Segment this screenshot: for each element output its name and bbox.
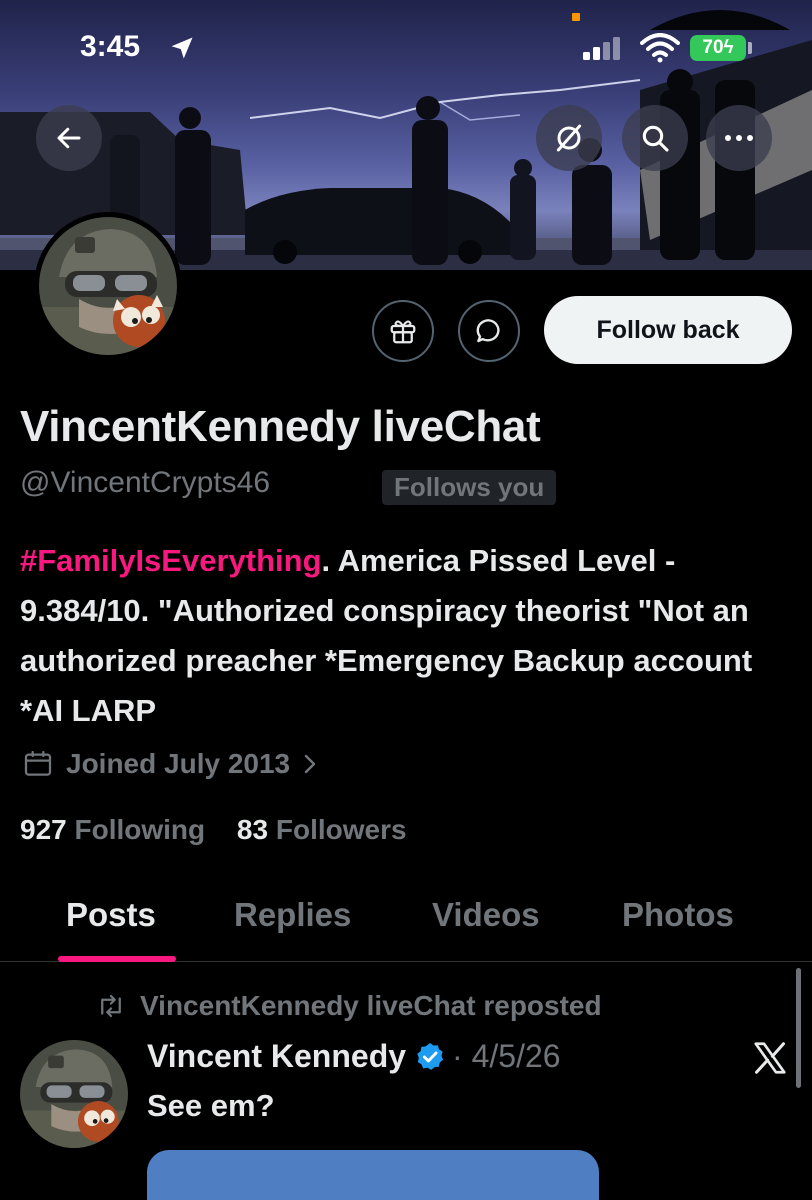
search-button[interactable] (622, 105, 688, 171)
followers-link[interactable]: 83 Followers (237, 814, 431, 845)
profile-handle: @VincentCrypts46 (20, 466, 271, 499)
cellular-signal-icon (583, 37, 620, 60)
x-logo-icon (754, 1042, 786, 1074)
tab-posts[interactable]: Posts (66, 896, 156, 934)
location-arrow-icon (171, 37, 193, 59)
calendar-icon (24, 750, 52, 776)
chat-bubble-icon (476, 319, 500, 343)
privacy-indicator-icon (572, 13, 580, 21)
scrollbar[interactable] (796, 968, 801, 1088)
post-author-name[interactable]: Vincent Kennedy (147, 1038, 406, 1075)
battery-cap (748, 42, 752, 54)
follow-stats: 927 Following 83 Followers (20, 814, 431, 846)
message-button[interactable] (458, 300, 520, 362)
gift-icon (390, 320, 416, 344)
chevron-right-icon (304, 754, 316, 774)
repost-text: VincentKennedy liveChat reposted (140, 990, 602, 1021)
post-avatar-image (20, 1040, 128, 1148)
grok-icon (556, 124, 582, 152)
post-header: Vincent Kennedy · 4/5/26 (147, 1038, 561, 1075)
status-bar: 3:45 70ϟ (0, 0, 812, 90)
charging-bolt-icon: ϟ (723, 37, 734, 58)
tab-replies[interactable]: Replies (234, 896, 351, 934)
active-tab-indicator (58, 956, 176, 962)
post-media-preview[interactable] (147, 1150, 599, 1200)
avatar-image (39, 217, 177, 355)
bio-hashtag-link[interactable]: #FamilyIsEverything (20, 543, 322, 578)
post-text: See em? (147, 1088, 275, 1123)
followers-label: Followers (275, 814, 407, 845)
more-icon (725, 135, 753, 141)
gift-button[interactable] (372, 300, 434, 362)
grok-button[interactable] (536, 105, 602, 171)
joined-date[interactable]: Joined July 2013 (22, 748, 320, 780)
follows-you-badge: Follows you (382, 470, 557, 505)
repost-indicator: VincentKennedy liveChat reposted (96, 990, 602, 1022)
following-count: 927 (20, 814, 67, 845)
status-time: 3:45 (80, 30, 141, 63)
search-icon (642, 125, 669, 152)
post-date: · 4/5/26 (452, 1038, 561, 1074)
battery-indicator: 70ϟ (690, 35, 746, 61)
back-arrow-icon (57, 127, 81, 149)
following-link[interactable]: 927 Following (20, 814, 229, 845)
repost-icon (101, 994, 121, 1018)
followers-count: 83 (236, 814, 269, 845)
battery-level: 70 (702, 37, 724, 58)
tab-photos[interactable]: Photos (622, 896, 734, 934)
following-label: Following (74, 814, 206, 845)
back-button[interactable] (36, 105, 102, 171)
joined-text: Joined July 2013 (66, 748, 291, 779)
profile-avatar[interactable] (34, 212, 182, 360)
profile-bio: #FamilyIsEverything. America Pissed Leve… (20, 536, 800, 736)
profile-tabs: Posts Replies Videos Photos (0, 870, 812, 962)
wifi-icon (640, 33, 680, 63)
avatar (39, 217, 177, 355)
post-author-avatar[interactable] (20, 1040, 128, 1148)
more-button[interactable] (706, 105, 772, 171)
verified-badge-icon (417, 1042, 444, 1070)
profile-display-name: VincentKennedy liveChat (20, 402, 541, 451)
follow-back-button[interactable]: Follow back (544, 296, 792, 364)
tab-videos[interactable]: Videos (432, 896, 540, 934)
